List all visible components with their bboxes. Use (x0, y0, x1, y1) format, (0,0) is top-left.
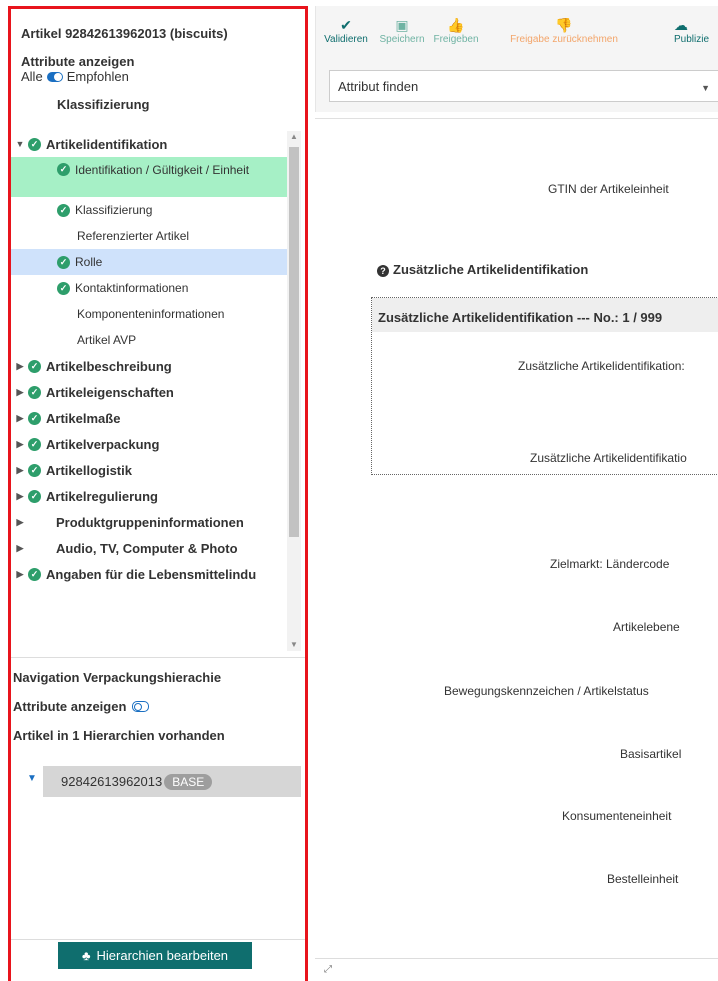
tree-scrollbar[interactable]: ▲ ▼ (287, 131, 301, 651)
scroll-down-icon[interactable]: ▼ (287, 639, 301, 651)
field-label-target-market: Zielmarkt: Ländercode (550, 557, 670, 571)
tree-item-klassifizierung[interactable]: ✓ Klassifizierung (11, 197, 287, 223)
save-button[interactable]: ▣ Speichern (376, 16, 428, 45)
check-circle-icon: ✓ (57, 281, 70, 295)
tree-item-referenzierter-artikel[interactable]: Referenzierter Artikel (11, 223, 287, 249)
article-title: Artikel 92842613962013 (biscuits) (21, 26, 228, 41)
attribute-filter-toggle-row: Alle Empfohlen (21, 69, 129, 84)
hierarchy-gtin: 92842613962013 (61, 774, 163, 789)
revoke-approval-button[interactable]: 👎 Freigabe zurücknehmen (484, 16, 644, 45)
caret-right-icon[interactable]: ▶ (15, 517, 25, 528)
tree-item-rolle[interactable]: ✓ Rolle (11, 249, 287, 275)
chevron-down-icon[interactable]: ▼ (701, 83, 710, 93)
attribute-toggle-switch[interactable] (46, 71, 63, 82)
page: Artikel 92842613962013 (biscuits) Attrib… (0, 0, 718, 981)
attribute-filter-label: Attribute anzeigen (21, 54, 135, 69)
check-circle-icon: ✓ (28, 567, 41, 581)
field-label-base-item: Basisartikel (620, 747, 682, 761)
caret-right-icon[interactable]: ▶ (15, 491, 25, 502)
toggle-all-label: Alle (21, 69, 43, 84)
caret-right-icon[interactable]: ▶ (15, 543, 25, 554)
tree-group-artikelregulierung[interactable]: ▶ ✓ Artikelregulierung (11, 483, 287, 509)
field-label-additional-id-1: Zusätzliche Artikelidentifikation: (518, 359, 685, 373)
field-label-item-level: Artikelebene (613, 620, 680, 634)
hierarchy-node-box[interactable]: 92842613962013 BASE (43, 766, 301, 797)
tree-item-artikel-avp[interactable]: Artikel AVP (11, 327, 287, 353)
section-additional-identification: ? Zusätzliche Artikelidentifikation (377, 262, 588, 277)
hierarchy-attribute-label: Attribute anzeigen (13, 699, 127, 714)
field-label-additional-id-2: Zusätzliche Artikelidentifikatio (530, 451, 687, 465)
repeat-group-header: Zusätzliche Artikelidentifikation --- No… (372, 298, 718, 332)
repeat-group-box: Zusätzliche Artikelidentifikation --- No… (371, 297, 718, 475)
thumbs-down-icon: 👎 (555, 17, 573, 33)
main-content: ✔ Validieren ▣ Speichern 👍 Freigeben 👎 F… (315, 0, 718, 981)
tree-group-lebensmittel[interactable]: ▶ ✓ Angaben für die Lebensmittelindu (11, 561, 287, 587)
toggle-recommended-label: Empfohlen (66, 69, 129, 84)
caret-down-icon[interactable]: ▼ (15, 139, 25, 149)
divider (11, 939, 305, 940)
navigation-hierarchy-heading: Navigation Verpackungshierachie (13, 670, 222, 685)
thumbs-up-icon: 👍 (447, 17, 465, 33)
publish-button[interactable]: ☁ Publizie (648, 16, 718, 45)
tree-group-produktgruppeninformationen[interactable]: ▶ Produktgruppeninformationen (11, 509, 287, 535)
tree-group-artikelidentifikation[interactable]: ▼ ✓ Artikelidentifikation (11, 131, 287, 157)
check-circle-icon: ✓ (28, 489, 41, 503)
check-circle-icon: ✓ (28, 411, 41, 425)
approve-button[interactable]: 👍 Freigeben (428, 16, 484, 45)
check-circle-icon: ✓ (28, 463, 41, 477)
hierarchy-count-text: Artikel in 1 Hierarchien vorhanden (13, 728, 225, 743)
caret-right-icon[interactable]: ▶ (15, 439, 25, 450)
toolbar: ✔ Validieren ▣ Speichern 👍 Freigeben 👎 F… (315, 6, 718, 112)
tree-group-artikellogistik[interactable]: ▶ ✓ Artikellogistik (11, 457, 287, 483)
hierarchy-icon: ♣ (81, 948, 91, 963)
navigation-panel: Artikel 92842613962013 (biscuits) Attrib… (8, 6, 308, 981)
check-icon: ✔ (340, 17, 352, 33)
check-circle-icon: ✓ (28, 437, 41, 451)
caret-right-icon[interactable]: ▶ (15, 361, 25, 372)
edit-hierarchies-button[interactable]: ♣ Hierarchien bearbeiten (58, 942, 252, 969)
validate-button[interactable]: ✔ Validieren (316, 16, 376, 45)
floppy-icon: ▣ (395, 17, 409, 33)
hierarchy-attribute-toggle[interactable] (132, 701, 150, 712)
check-circle-icon: ✓ (28, 385, 41, 399)
caret-right-icon[interactable]: ▶ (15, 413, 25, 424)
field-label-gtin: GTIN der Artikeleinheit (548, 182, 669, 196)
divider (315, 958, 718, 959)
tree-group-artikelverpackung[interactable]: ▶ ✓ Artikelverpackung (11, 431, 287, 457)
check-circle-icon: ✓ (57, 203, 70, 217)
field-label-movement-status: Bewegungskennzeichen / Artikelstatus (444, 684, 649, 698)
tree-item-identifikation[interactable]: ✓ Identifikation / Gültigkeit / Einheit (11, 157, 287, 197)
caret-right-icon[interactable]: ▶ (15, 569, 25, 580)
tree-group-audio-tv[interactable]: ▶ Audio, TV, Computer & Photo (11, 535, 287, 561)
hierarchy-attribute-row: Attribute anzeigen (13, 699, 150, 714)
expand-icon[interactable]: ⤢ (321, 963, 335, 977)
caret-right-icon[interactable]: ▶ (15, 387, 25, 398)
attribute-search-input[interactable]: Attribut finden ▼ (329, 70, 718, 102)
check-circle-icon: ✓ (28, 359, 41, 373)
caret-down-icon[interactable]: ▼ (27, 773, 37, 784)
check-circle-icon: ✓ (57, 163, 70, 176)
divider (11, 657, 305, 658)
question-circle-icon[interactable]: ? (377, 265, 389, 277)
classification-heading[interactable]: Klassifizierung (57, 97, 149, 112)
divider (315, 118, 718, 119)
scroll-thumb[interactable] (289, 147, 299, 537)
field-label-order-unit: Bestelleinheit (607, 872, 679, 886)
tree-group-artikelbeschreibung[interactable]: ▶ ✓ Artikelbeschreibung (11, 353, 287, 379)
tree-item-kontaktinformationen[interactable]: ✓ Kontaktinformationen (11, 275, 287, 301)
tree-group-artikeleigenschaften[interactable]: ▶ ✓ Artikeleigenschaften (11, 379, 287, 405)
caret-right-icon[interactable]: ▶ (15, 465, 25, 476)
check-circle-icon: ✓ (28, 137, 41, 151)
field-label-consumer-unit: Konsumenteneinheit (562, 809, 672, 823)
base-badge: BASE (164, 773, 213, 790)
scroll-up-icon[interactable]: ▲ (287, 131, 301, 143)
hierarchy-node[interactable]: ▼ 92842613962013 BASE (11, 766, 301, 797)
tree-item-komponenteninformationen[interactable]: Komponenteninformationen (11, 301, 287, 327)
attribute-tree: ▼ ✓ Artikelidentifikation ✓ Identifikati… (11, 131, 287, 651)
tree-group-artikelmasse[interactable]: ▶ ✓ Artikelmaße (11, 405, 287, 431)
check-circle-icon: ✓ (57, 255, 70, 269)
cloud-upload-icon: ☁ (674, 17, 688, 33)
